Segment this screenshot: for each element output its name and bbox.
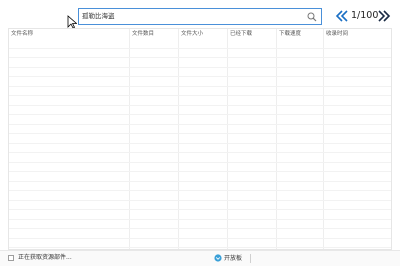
status-divider <box>250 254 251 263</box>
column-header-downloaded[interactable]: 已经下载 <box>228 29 252 39</box>
search-input[interactable]: 孤勒比海盗 <box>78 8 322 25</box>
search-icon[interactable] <box>307 12 317 22</box>
column-header-file-name[interactable]: 文件名称 <box>9 29 33 39</box>
column-header-file-count[interactable]: 文件数目 <box>130 29 154 39</box>
table-row[interactable] <box>9 239 391 248</box>
table-row[interactable] <box>9 172 391 182</box>
table-row[interactable] <box>9 153 391 163</box>
table-row[interactable] <box>9 68 391 77</box>
table-row[interactable] <box>9 106 391 115</box>
table-row[interactable] <box>9 191 391 201</box>
open-icon <box>214 254 222 262</box>
table-body <box>9 39 391 249</box>
status-text: 正在获取资源部件... <box>18 254 72 261</box>
status-bar: 正在获取资源部件... 开放板 <box>0 250 400 266</box>
table-row[interactable] <box>9 220 391 229</box>
table-row[interactable] <box>9 39 391 49</box>
top-bar: 孤勒比海盗 1/100 <box>0 0 400 29</box>
mouse-cursor-icon <box>67 15 77 29</box>
column-header-added-time[interactable]: 收录时间 <box>324 29 348 39</box>
table-row[interactable] <box>9 134 391 144</box>
table-row[interactable] <box>9 87 391 96</box>
table-row[interactable] <box>9 163 391 172</box>
open-button-label: 开放板 <box>224 255 243 262</box>
column-header-download-speed[interactable]: 下载速度 <box>277 29 301 39</box>
table-row[interactable] <box>9 125 391 134</box>
table-row[interactable] <box>9 96 391 106</box>
table-row[interactable] <box>9 229 391 239</box>
page-indicator: 1/100 <box>351 10 379 21</box>
table-header: 文件名称 文件数目 文件大小 已经下载 下载速度 收录时间 <box>9 29 391 39</box>
search-input-value: 孤勒比海盗 <box>82 12 115 20</box>
table-row[interactable] <box>9 115 391 125</box>
table-row[interactable] <box>9 182 391 191</box>
table-row[interactable] <box>9 144 391 153</box>
table-row[interactable] <box>9 77 391 87</box>
results-table: 文件名称 文件数目 文件大小 已经下载 下载速度 收录时间 <box>8 28 392 250</box>
status-box-icon <box>8 255 14 261</box>
double-chevron-right-icon[interactable] <box>377 9 391 23</box>
table-row[interactable] <box>9 210 391 220</box>
table-row[interactable] <box>9 49 391 58</box>
table-row[interactable] <box>9 201 391 210</box>
table-row[interactable] <box>9 58 391 68</box>
column-header-file-size[interactable]: 文件大小 <box>179 29 203 39</box>
double-chevron-left-icon[interactable] <box>335 9 349 23</box>
